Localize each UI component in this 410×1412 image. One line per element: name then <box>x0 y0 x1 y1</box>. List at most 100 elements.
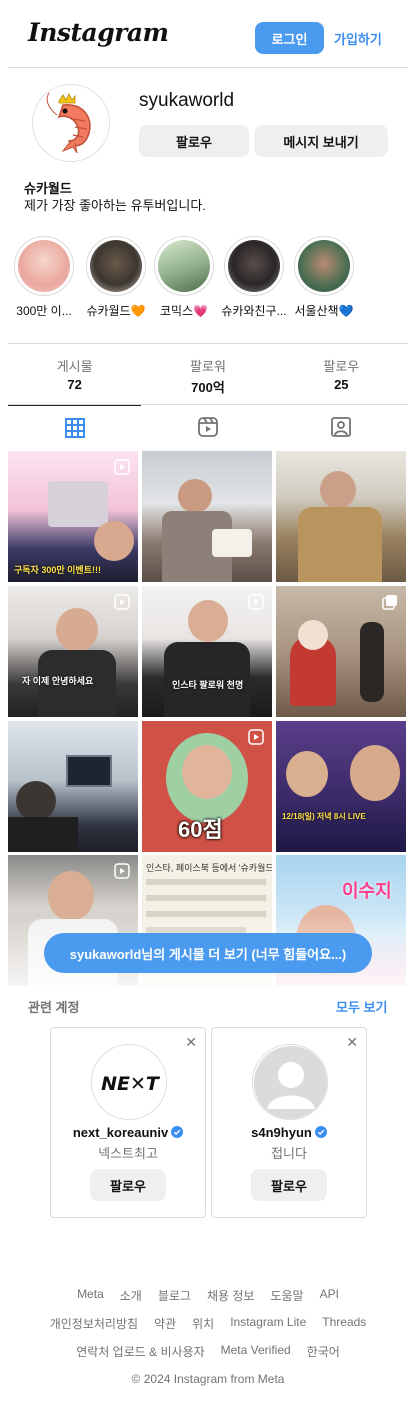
see-all-link[interactable]: 모두 보기 <box>336 997 387 1016</box>
next-logo-text: NE✕T <box>101 1073 161 1095</box>
footer-links-row: Meta 소개 블로그 채용 정보 도움말 API <box>8 1287 408 1304</box>
footer-link[interactable]: 채용 정보 <box>207 1287 255 1304</box>
close-icon[interactable]: ✕ <box>185 1034 197 1051</box>
post-thumbnail[interactable]: 12/18(일) 저녁 8시 LIVE <box>276 721 406 852</box>
post-thumbnail[interactable]: 60점 <box>142 721 272 852</box>
stat-label: 팔로우 <box>323 359 360 374</box>
stat-value: 72 <box>67 377 82 392</box>
footer-link[interactable]: Meta <box>77 1287 104 1304</box>
post-caption: 12/18(일) 저녁 8시 LIVE <box>282 812 366 821</box>
verified-badge-icon <box>171 1126 184 1138</box>
footer-link[interactable]: 위치 <box>192 1315 214 1332</box>
post-caption: 구독자 300만 이벤트!!! <box>14 565 101 575</box>
stat-value: 25 <box>334 377 349 392</box>
close-icon[interactable]: ✕ <box>346 1034 358 1051</box>
account-subtitle: 접니다 <box>271 1146 307 1161</box>
tab-reels[interactable] <box>141 405 274 449</box>
profile-username: syukaworld <box>139 90 235 111</box>
post-caption: 이수지 <box>342 881 392 901</box>
footer-links-row: 개인정보처리방침 약관 위치 Instagram Lite Threads <box>8 1315 408 1332</box>
reel-badge-icon <box>248 594 264 610</box>
account-username[interactable]: next_koreauniv <box>51 1125 205 1140</box>
post-thumbnail[interactable]: 구독자 300만 이벤트!!! <box>8 451 138 582</box>
next-logo-icon: NE✕T <box>93 1046 166 1119</box>
profile-bio: 제가 가장 좋아하는 유투버입니다. <box>24 198 206 213</box>
footer-link[interactable]: Threads <box>322 1315 366 1332</box>
story-highlight[interactable]: 슈카와친구... <box>218 236 290 319</box>
login-button[interactable]: 로그인 <box>255 22 324 54</box>
account-avatar[interactable]: NE✕T <box>91 1044 167 1120</box>
stat-label: 게시물 <box>56 359 93 374</box>
highlight-label: 300만 이... <box>16 304 72 318</box>
footer-link[interactable]: Instagram Lite <box>230 1315 306 1332</box>
story-highlight[interactable]: 300만 이... <box>8 236 80 319</box>
story-highlight[interactable]: 코믹스💗 <box>148 236 220 319</box>
follow-button[interactable]: 팔로우 <box>139 125 249 157</box>
story-highlight[interactable]: 서울산책💙 <box>288 236 360 319</box>
profile-avatar[interactable] <box>32 84 110 162</box>
post-caption: 인스타, 페이스북 등에서 '슈카월드' <box>146 863 272 873</box>
default-avatar-icon <box>254 1046 327 1119</box>
footer-link[interactable]: 도움말 <box>270 1287 303 1304</box>
highlight-label: 슈카와친구... <box>221 304 287 318</box>
footer-link[interactable]: 블로그 <box>158 1287 191 1304</box>
highlight-cover <box>154 236 214 296</box>
highlight-cover <box>86 236 146 296</box>
footer-copyright: © 2024 Instagram from Meta <box>131 1372 285 1386</box>
account-avatar[interactable] <box>252 1044 328 1120</box>
footer-link[interactable]: 연락처 업로드 & 비사용자 <box>76 1343 204 1360</box>
footer-link[interactable]: 개인정보처리방침 <box>50 1315 138 1332</box>
top-navbar: Instagram 로그인 가입하기 <box>8 0 408 68</box>
footer-link[interactable]: API <box>320 1287 339 1304</box>
post-thumbnail[interactable]: 자 이제 안녕하세요 <box>8 586 138 717</box>
follow-button[interactable]: 팔로우 <box>90 1169 166 1201</box>
send-message-button[interactable]: 메시지 보내기 <box>254 125 388 157</box>
highlight-cover <box>294 236 354 296</box>
tagged-icon <box>331 417 352 437</box>
profile-tabs <box>8 405 408 449</box>
story-highlight[interactable]: 슈카월드🧡 <box>80 236 152 319</box>
account-subtitle: 넥스트최고 <box>98 1146 158 1161</box>
post-caption: 자 이제 안녕하세요 <box>22 676 94 686</box>
tab-tagged[interactable] <box>275 405 408 449</box>
post-thumbnail[interactable] <box>142 451 272 582</box>
post-thumbnail[interactable] <box>276 586 406 717</box>
highlight-cover <box>14 236 74 296</box>
post-thumbnail[interactable]: 인스타 팔로워 천명 <box>142 586 272 717</box>
reel-badge-icon <box>248 729 264 745</box>
carousel-badge-icon <box>382 595 397 610</box>
related-accounts-title: 관련 계정 <box>28 1000 80 1015</box>
highlight-label: 슈카월드🧡 <box>86 304 146 318</box>
post-caption: 60점 <box>178 817 223 842</box>
see-more-posts-button[interactable]: syukaworld님의 게시물 더 보기 (너무 힘들어요...) <box>44 933 372 973</box>
follow-button[interactable]: 팔로우 <box>251 1169 327 1201</box>
footer-links-row: 연락처 업로드 & 비사용자 Meta Verified 한국어 <box>8 1343 408 1360</box>
stat-followers[interactable]: 팔로워 700억 <box>141 344 274 404</box>
footer-link[interactable]: Meta Verified <box>221 1343 291 1360</box>
reel-badge-icon <box>114 594 130 610</box>
reel-badge-icon <box>114 863 130 879</box>
signup-link[interactable]: 가입하기 <box>334 22 382 54</box>
stat-value: 700억 <box>191 380 225 395</box>
reels-icon <box>198 417 218 437</box>
suggested-account-card: ✕ NE✕T next_koreauniv 넥스트최고 팔로우 <box>50 1027 206 1218</box>
shrimp-icon <box>34 86 109 161</box>
post-thumbnail[interactable] <box>276 451 406 582</box>
instagram-logo[interactable]: Instagram <box>28 18 169 47</box>
stat-label: 팔로워 <box>190 359 226 374</box>
post-thumbnail[interactable] <box>8 721 138 852</box>
reel-badge-icon <box>114 459 130 475</box>
verified-badge-icon <box>314 1126 327 1138</box>
profile-stats: 게시물 72 팔로워 700억 팔로우 25 <box>8 343 408 405</box>
footer-link[interactable]: 소개 <box>120 1287 142 1304</box>
highlight-label: 서울산책💙 <box>294 304 354 318</box>
stat-following[interactable]: 팔로우 25 <box>275 344 408 404</box>
grid-icon <box>64 417 85 438</box>
stat-posts: 게시물 72 <box>8 344 141 404</box>
highlight-label: 코믹스💗 <box>159 304 209 318</box>
footer-link[interactable]: 약관 <box>154 1315 176 1332</box>
language-selector[interactable]: 한국어 <box>307 1343 340 1360</box>
account-username[interactable]: s4n9hyun <box>212 1125 366 1140</box>
highlight-cover <box>224 236 284 296</box>
tab-posts[interactable] <box>8 405 142 449</box>
